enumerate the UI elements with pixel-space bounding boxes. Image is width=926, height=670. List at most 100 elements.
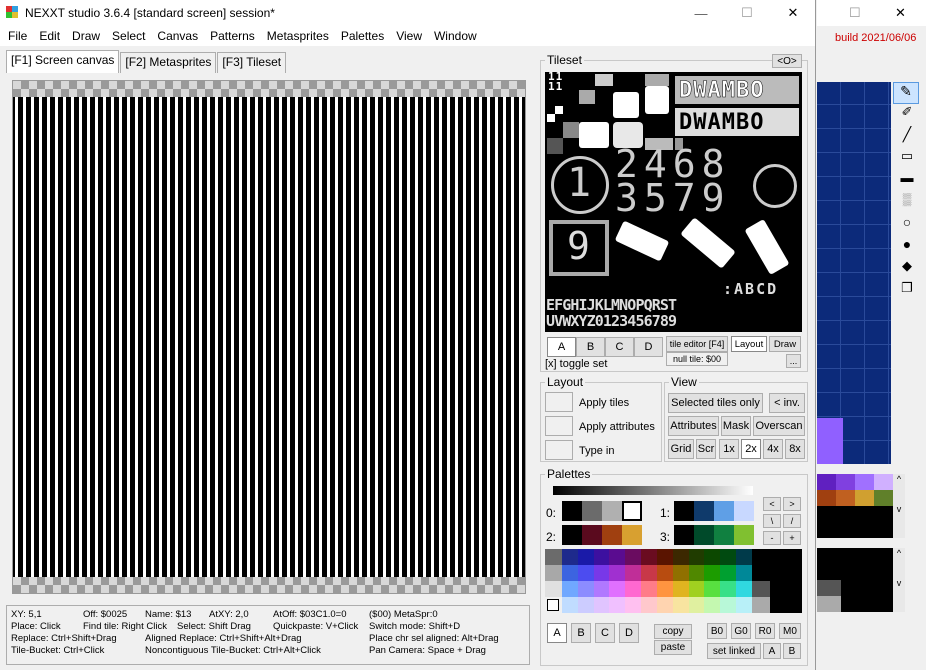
menu-view[interactable]: View	[390, 29, 428, 43]
secondary-maximize-button[interactable]: ☐	[849, 5, 861, 21]
selected-tiles-only-button[interactable]: Selected tiles only	[668, 393, 763, 413]
master-color-11[interactable]	[736, 549, 752, 565]
master-color-47[interactable]	[736, 597, 752, 613]
master-color-33[interactable]	[704, 581, 721, 597]
master-color-16[interactable]	[625, 565, 642, 581]
master-color-19[interactable]	[672, 565, 689, 581]
master-color-46[interactable]	[720, 597, 737, 613]
palette-prev-button[interactable]: <	[763, 497, 781, 511]
secondary-close-button[interactable]: ✕	[895, 5, 906, 21]
menu-edit[interactable]: Edit	[33, 29, 66, 43]
m0-button[interactable]: M0	[779, 623, 801, 639]
menu-palettes[interactable]: Palettes	[335, 29, 390, 43]
invert-selection-button[interactable]: < inv.	[769, 393, 805, 413]
apply-tiles-toggle[interactable]	[545, 392, 573, 412]
menu-select[interactable]: Select	[106, 29, 151, 43]
line-tool-icon[interactable]: ╱	[893, 126, 921, 148]
toggle-set-checkbox[interactable]: [x] toggle set	[545, 358, 607, 370]
tab-screen-canvas[interactable]: [F1] Screen canvas	[6, 50, 120, 73]
apply-attributes-toggle[interactable]	[545, 416, 573, 436]
ellipse-tool-icon[interactable]: ○	[893, 214, 921, 236]
pal3-color1[interactable]	[694, 525, 714, 545]
b0-button[interactable]: B0	[707, 623, 727, 639]
master-color-35[interactable]	[736, 581, 752, 597]
subpalette-1[interactable]	[674, 501, 754, 521]
pal2-color1[interactable]	[582, 525, 602, 545]
master-color-37[interactable]	[577, 597, 594, 613]
filled-ellipse-tool-icon[interactable]: ●	[893, 236, 921, 258]
brush-tool-icon[interactable]: ✐	[893, 104, 921, 126]
master-color-3[interactable]	[609, 549, 626, 565]
subpalette-0[interactable]	[562, 501, 642, 521]
tileset-view[interactable]: 11 11 DWAMBO DWAMBO 1 2468 3579 9 :ABCD …	[545, 72, 802, 332]
zoom-1x-button[interactable]: 1x	[719, 439, 739, 459]
palette-next-button[interactable]: >	[783, 497, 801, 511]
master-color-5[interactable]	[641, 549, 657, 565]
brightness-slider[interactable]	[553, 486, 753, 495]
master-color-29[interactable]	[641, 581, 657, 597]
rect-tool-icon[interactable]: ▭	[893, 148, 921, 170]
overscan-button[interactable]: Overscan	[753, 416, 805, 436]
master-color-18[interactable]	[656, 565, 673, 581]
master-color-0[interactable]	[562, 549, 578, 565]
r0-button[interactable]: R0	[755, 623, 775, 639]
filled-rect-tool-icon[interactable]: ▬	[893, 170, 921, 192]
master-dark-gray[interactable]	[752, 581, 770, 597]
linked-b-button[interactable]: B	[783, 643, 801, 659]
master-color-17[interactable]	[641, 565, 657, 581]
copy-tool-icon[interactable]: ❐	[893, 280, 921, 302]
maximize-button[interactable]: ☐	[724, 0, 770, 26]
master-color-15[interactable]	[609, 565, 626, 581]
secondary-canvas[interactable]	[817, 82, 891, 464]
menu-file[interactable]: File	[2, 29, 33, 43]
zoom-2x-button[interactable]: 2x	[741, 439, 761, 459]
attributes-button[interactable]: Attributes	[668, 416, 719, 436]
pencil-tool-icon[interactable]: ✎	[893, 82, 919, 104]
close-button[interactable]: ✕	[770, 0, 816, 26]
master-light-gray[interactable]	[752, 597, 770, 613]
master-color-10[interactable]	[720, 549, 737, 565]
palette-plus-button[interactable]: +	[783, 531, 801, 545]
zoom-8x-button[interactable]: 8x	[785, 439, 805, 459]
master-color-14[interactable]	[593, 565, 610, 581]
master-color-2[interactable]	[593, 549, 610, 565]
master-palette[interactable]	[562, 549, 752, 613]
pal1-color1[interactable]	[694, 501, 714, 521]
pal0-color3[interactable]	[622, 501, 642, 521]
master-color-8[interactable]	[688, 549, 705, 565]
master-color-13[interactable]	[577, 565, 594, 581]
minimize-button[interactable]: —	[678, 0, 724, 26]
master-color-21[interactable]	[704, 565, 721, 581]
fill-tool-icon[interactable]: ◆	[893, 258, 921, 280]
pal0-color0[interactable]	[562, 501, 582, 521]
master-color-36[interactable]	[562, 597, 578, 613]
draw-mode-button[interactable]: Draw	[769, 336, 801, 352]
palette-bank-d[interactable]: D	[619, 623, 639, 643]
menu-canvas[interactable]: Canvas	[151, 29, 204, 43]
pal3-color0[interactable]	[674, 525, 694, 545]
master-color-27[interactable]	[609, 581, 626, 597]
master-color-1[interactable]	[577, 549, 594, 565]
pal0-color1[interactable]	[582, 501, 602, 521]
master-color-7[interactable]	[672, 549, 689, 565]
menu-patterns[interactable]: Patterns	[204, 29, 261, 43]
layout-mode-button[interactable]: Layout	[731, 336, 767, 352]
master-color-25[interactable]	[577, 581, 594, 597]
palette-slash-button[interactable]: /	[783, 514, 801, 528]
menu-window[interactable]: Window	[428, 29, 483, 43]
master-color-41[interactable]	[641, 597, 657, 613]
master-color-26[interactable]	[593, 581, 610, 597]
palette-paste-button[interactable]: paste	[654, 640, 692, 655]
scr-button[interactable]: Scr	[696, 439, 716, 459]
master-color-9[interactable]	[704, 549, 721, 565]
pal1-color2[interactable]	[714, 501, 734, 521]
master-color-40[interactable]	[625, 597, 642, 613]
tileset-bank-a[interactable]: A	[547, 337, 576, 357]
master-color-23[interactable]	[736, 565, 752, 581]
master-color-22[interactable]	[720, 565, 737, 581]
master-color-38[interactable]	[593, 597, 610, 613]
master-color-6[interactable]	[656, 549, 673, 565]
secondary-palette-2[interactable]	[817, 548, 893, 612]
master-color-12[interactable]	[562, 565, 578, 581]
palette-backslash-button[interactable]: \	[763, 514, 781, 528]
